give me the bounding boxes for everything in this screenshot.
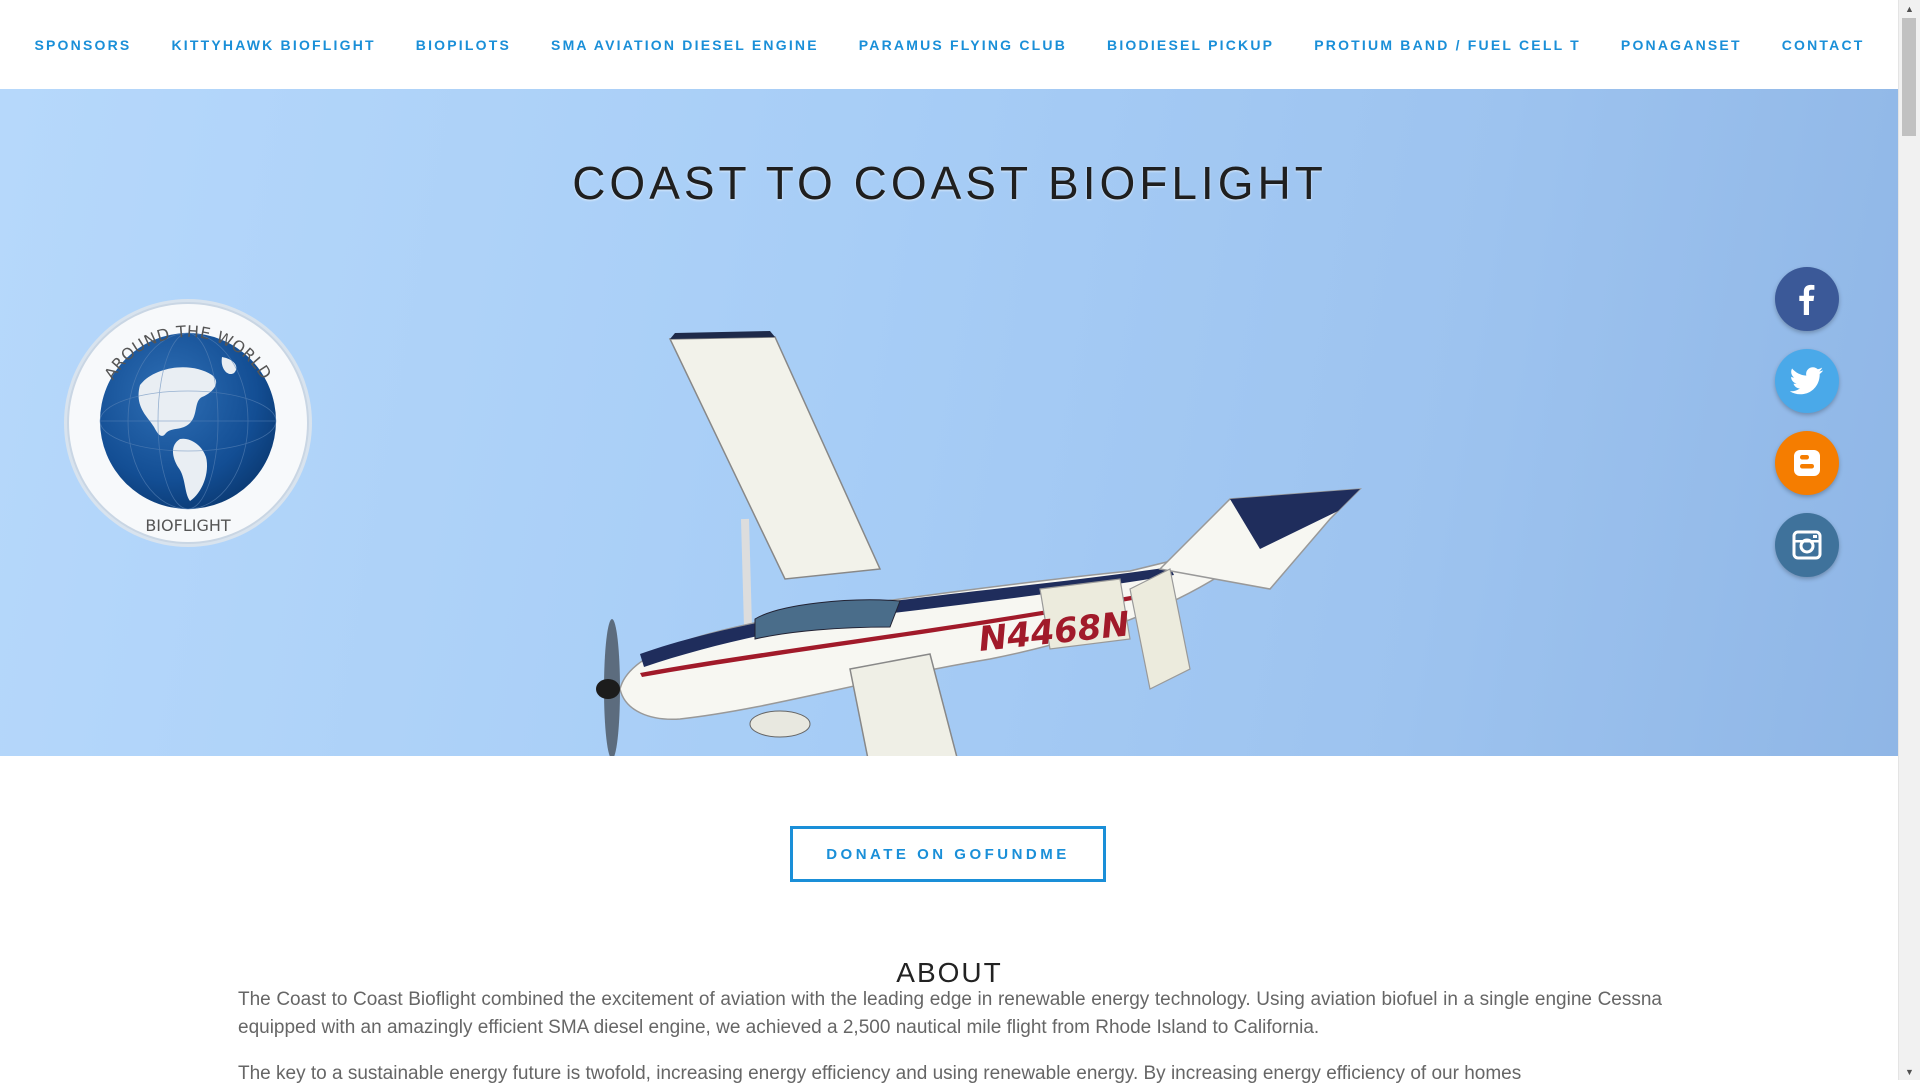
top-navigation: SPONSORS KITTYHAWK BIOFLIGHT BIOPILOTS S…	[0, 0, 1899, 89]
nav-link-protium-band[interactable]: PROTIUM BAND / FUEL CELL T	[1294, 37, 1601, 53]
nav-link-ponaganset[interactable]: PONAGANSET	[1601, 37, 1762, 53]
vertical-scrollbar[interactable]: ▲ ▼	[1898, 0, 1920, 1080]
twitter-icon	[1790, 367, 1824, 395]
scrollbar-thumb[interactable]	[1902, 18, 1916, 136]
twitter-button[interactable]	[1775, 349, 1839, 413]
about-heading: ABOUT	[896, 957, 1003, 989]
scroll-up-arrow-icon[interactable]: ▲	[1899, 0, 1920, 17]
about-paragraph-1: The Coast to Coast Bioflight combined th…	[238, 989, 1662, 1038]
nav-link-kittyhawk-bioflight[interactable]: KITTYHAWK BIOFLIGHT	[151, 37, 395, 53]
about-paragraph-2: The key to a sustainable energy future i…	[238, 1063, 1522, 1084]
instagram-icon	[1792, 530, 1822, 560]
badge-bottom-label: BIOFLIGHT	[145, 516, 231, 535]
hero-banner: COAST TO COAST BIOFLIGHT AROUND THE WORL…	[0, 89, 1899, 756]
hero-title: COAST TO COAST BIOFLIGHT	[572, 156, 1327, 209]
cessna-airplane-image: N4468N	[596, 331, 1362, 756]
instagram-button[interactable]	[1775, 513, 1839, 577]
facebook-icon	[1799, 284, 1815, 315]
blogger-button[interactable]	[1775, 431, 1839, 495]
blogger-icon	[1794, 450, 1820, 476]
nav-link-biodiesel-pickup[interactable]: BIODIESEL PICKUP	[1087, 37, 1294, 53]
nav-link-contact[interactable]: CONTACT	[1762, 37, 1885, 53]
social-links	[1775, 267, 1839, 577]
scroll-down-arrow-icon[interactable]: ▼	[1899, 1063, 1920, 1080]
around-the-world-logo: AROUND THE WORLD BIOFLIGHT	[64, 299, 312, 547]
nav-link-paramus-flying-club[interactable]: PARAMUS FLYING CLUB	[839, 37, 1087, 53]
nav-link-biopilots[interactable]: BIOPILOTS	[396, 37, 531, 53]
facebook-button[interactable]	[1775, 267, 1839, 331]
donate-gofundme-button[interactable]: DONATE ON GOFUNDME	[790, 826, 1106, 882]
nav-link-sma-engine[interactable]: SMA AVIATION DIESEL ENGINE	[531, 37, 839, 53]
nav-link-sponsors[interactable]: SPONSORS	[14, 37, 151, 53]
